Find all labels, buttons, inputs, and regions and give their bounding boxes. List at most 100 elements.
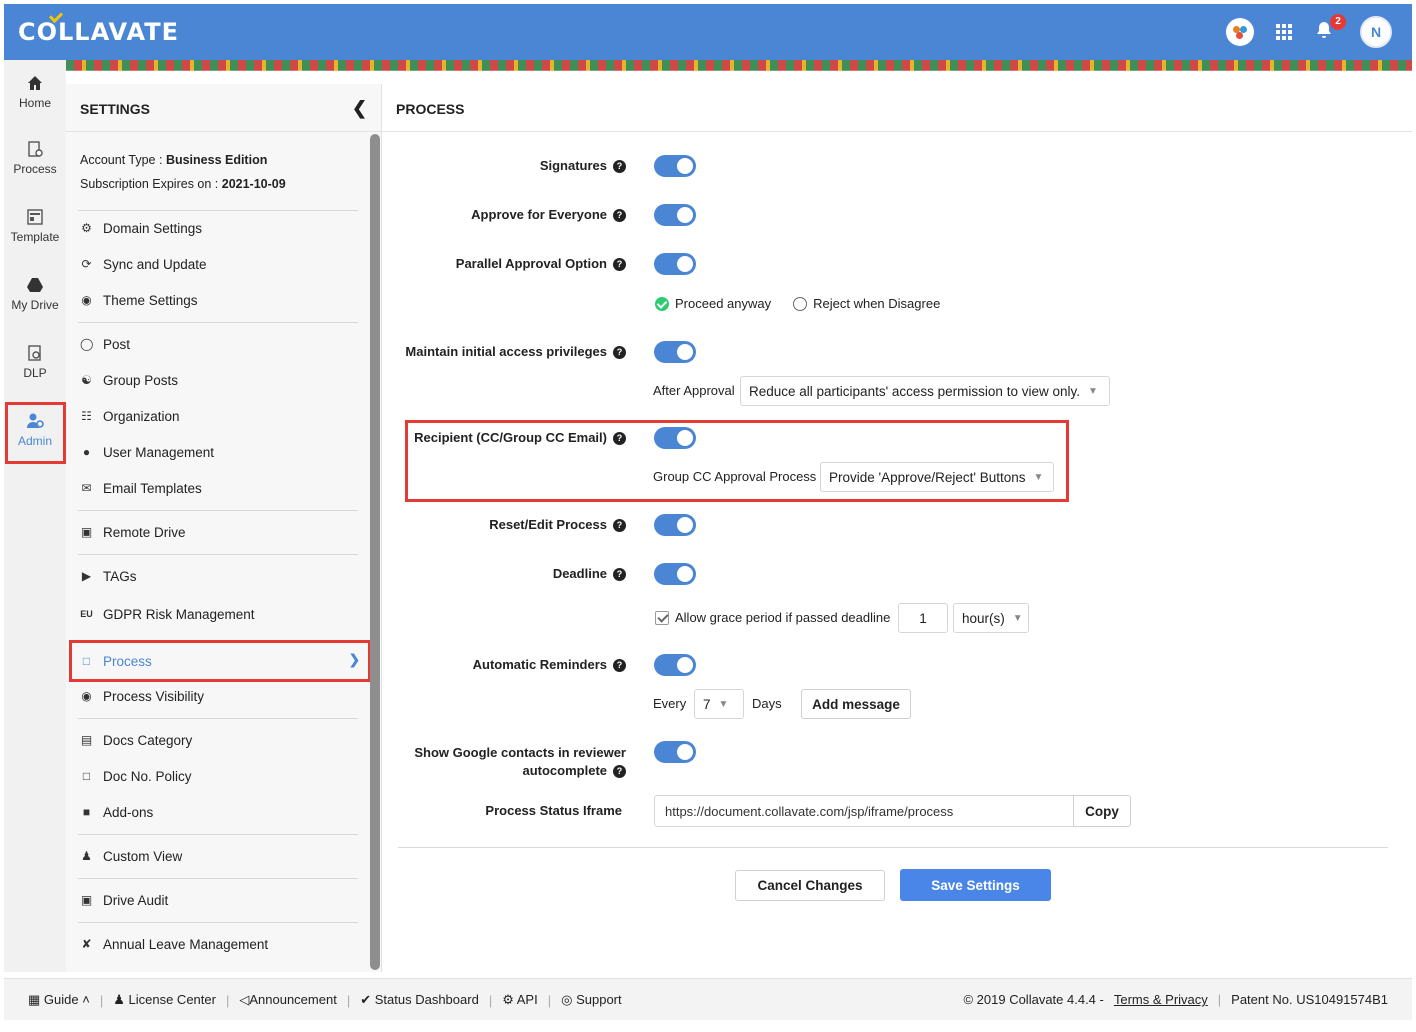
menu-doc-no-policy[interactable]: □ Doc No. Policy: [80, 764, 370, 788]
parallel-approval-toggle[interactable]: [654, 253, 696, 275]
gear-icon: ⚙: [502, 992, 514, 1007]
home-icon: [28, 76, 42, 90]
apps-grid-icon[interactable]: [1276, 24, 1292, 40]
copy-button[interactable]: Copy: [1073, 795, 1131, 827]
terms-link[interactable]: Terms & Privacy: [1114, 992, 1208, 1007]
subscription-date: 2021-10-09: [221, 177, 286, 191]
grace-unit-select[interactable]: hour(s) ▼: [953, 603, 1029, 633]
maintain-access-toggle[interactable]: [654, 341, 696, 363]
menu-post[interactable]: ◯ Post: [80, 332, 370, 356]
google-contacts-toggle[interactable]: [654, 741, 696, 763]
help-icon[interactable]: ?: [613, 765, 626, 779]
menu-domain-settings[interactable]: ⚙ Domain Settings: [80, 216, 370, 240]
add-message-button[interactable]: Add message: [801, 689, 911, 719]
menu-divider: [78, 554, 358, 555]
menu-divider: [78, 510, 358, 511]
menu-tags[interactable]: ▶ TAGs: [80, 564, 370, 588]
help-icon[interactable]: ?: [613, 346, 626, 360]
menu-theme-settings[interactable]: ◉ Theme Settings: [80, 288, 370, 312]
google-contacts-label: Show Google contacts in reviewer autocom…: [414, 745, 626, 779]
help-icon[interactable]: ?: [613, 160, 626, 174]
signatures-toggle[interactable]: [654, 155, 696, 177]
grace-value-input[interactable]: 1: [898, 603, 948, 633]
nav-dlp[interactable]: DLP: [4, 344, 66, 380]
reminder-days-select[interactable]: 7 ▼: [694, 689, 744, 719]
notification-bell-icon[interactable]: 2: [1314, 14, 1346, 44]
reset-edit-label: Reset/Edit Process?: [396, 517, 626, 533]
help-icon[interactable]: ?: [613, 659, 626, 673]
cancel-changes-button[interactable]: Cancel Changes: [735, 870, 885, 901]
menu-gdpr[interactable]: EU GDPR Risk Management: [80, 602, 370, 626]
grace-period-checkbox[interactable]: [655, 610, 669, 625]
eye-icon: ◉: [81, 689, 92, 703]
menu-docs-category[interactable]: ▤ Docs Category: [80, 728, 370, 752]
footer-announcement[interactable]: ◁Announcement: [239, 992, 336, 1008]
nav-my-drive[interactable]: My Drive: [4, 276, 66, 312]
deadline-toggle[interactable]: [654, 563, 696, 585]
palette-icon: ◉: [81, 293, 92, 307]
avatar[interactable]: N: [1360, 16, 1392, 48]
reset-edit-toggle[interactable]: [654, 514, 696, 536]
settings-panel: SETTINGS ❮ Account Type : Business Editi…: [66, 84, 382, 972]
menu-annual-leave[interactable]: ✘ Annual Leave Management: [80, 932, 370, 956]
menu-email-templates[interactable]: ✉ Email Templates: [80, 476, 370, 500]
color-apps-icon[interactable]: [1226, 18, 1254, 46]
footer-guide[interactable]: ▦ Guide ˄: [28, 992, 90, 1008]
footer: ▦ Guide ˄ | ♟ License Center | ◁Announce…: [4, 978, 1412, 1020]
settings-scrollbar[interactable]: [370, 134, 380, 970]
help-icon[interactable]: ?: [613, 568, 626, 582]
drive-icon: ▣: [80, 893, 93, 907]
plane-icon: ✘: [81, 937, 92, 951]
nav-process[interactable]: Process: [4, 140, 66, 176]
recipient-toggle[interactable]: [654, 427, 696, 449]
footer-license[interactable]: ♟ License Center: [113, 992, 216, 1008]
save-settings-button[interactable]: Save Settings: [900, 869, 1051, 901]
nav-template[interactable]: Template: [4, 208, 66, 244]
header-actions: 2 N: [1226, 14, 1392, 48]
approve-everyone-label: Approve for Everyone?: [396, 207, 626, 223]
caret-down-icon: ▼: [718, 698, 729, 710]
footer-status[interactable]: ✔ Status Dashboard: [360, 992, 479, 1008]
proceed-anyway-radio[interactable]: [655, 296, 669, 311]
after-approval-select[interactable]: Reduce all participants' access permissi…: [740, 376, 1110, 406]
tag-icon: ▶: [81, 569, 92, 583]
help-icon[interactable]: ?: [613, 432, 626, 446]
menu-sync-update[interactable]: ⟳ Sync and Update: [80, 252, 370, 276]
footer-api[interactable]: ⚙ API: [502, 992, 538, 1008]
megaphone-icon: ◁: [239, 992, 250, 1007]
approve-everyone-toggle[interactable]: [654, 204, 696, 226]
chat-icon: ◯: [80, 337, 94, 351]
help-icon[interactable]: ?: [613, 519, 626, 533]
days-label: Days: [752, 696, 782, 711]
footer-support[interactable]: ◎ Support: [561, 992, 622, 1008]
help-icon[interactable]: ?: [613, 258, 626, 272]
auto-reminders-toggle[interactable]: [654, 654, 696, 676]
group-icon: ☯: [81, 373, 92, 387]
caret-down-icon: ▼: [1012, 612, 1023, 624]
menu-organization[interactable]: ☷ Organization: [80, 404, 370, 428]
reject-disagree-radio[interactable]: [793, 296, 808, 311]
caret-down-icon: ▼: [1033, 471, 1044, 483]
settings-header: SETTINGS ❮: [66, 84, 382, 132]
iframe-url-input[interactable]: https://document.collavate.com/jsp/ifram…: [654, 795, 1074, 827]
footer-links: ▦ Guide ˄ | ♟ License Center | ◁Announce…: [28, 992, 622, 1008]
menu-group-posts[interactable]: ☯ Group Posts: [80, 368, 370, 392]
menu-drive-audit[interactable]: ▣ Drive Audit: [80, 888, 370, 912]
menu-process-visibility[interactable]: ◉ Process Visibility: [80, 684, 370, 708]
nav-home[interactable]: Home: [4, 74, 66, 110]
collapse-chevron-icon[interactable]: ❮: [352, 98, 367, 119]
after-approval-label: After Approval: [653, 383, 735, 398]
menu-remote-drive[interactable]: ▣ Remote Drive: [80, 520, 370, 544]
menu-custom-view[interactable]: ♟ Custom View: [80, 844, 370, 868]
person-icon: ♟: [81, 849, 92, 863]
help-icon[interactable]: ?: [613, 209, 626, 223]
notification-badge: 2: [1330, 14, 1346, 30]
book-icon: ▦: [28, 992, 41, 1007]
menu-addons[interactable]: ■ Add-ons: [80, 800, 370, 824]
app-logo[interactable]: COLLAVATE: [18, 8, 179, 46]
menu-divider: [78, 878, 358, 879]
logo-text: COLLAVATE: [18, 18, 179, 46]
menu-user-management[interactable]: ● User Management: [80, 440, 370, 464]
template-icon: [27, 209, 43, 225]
group-cc-select[interactable]: Provide 'Approve/Reject' Buttons ▼: [820, 462, 1054, 492]
